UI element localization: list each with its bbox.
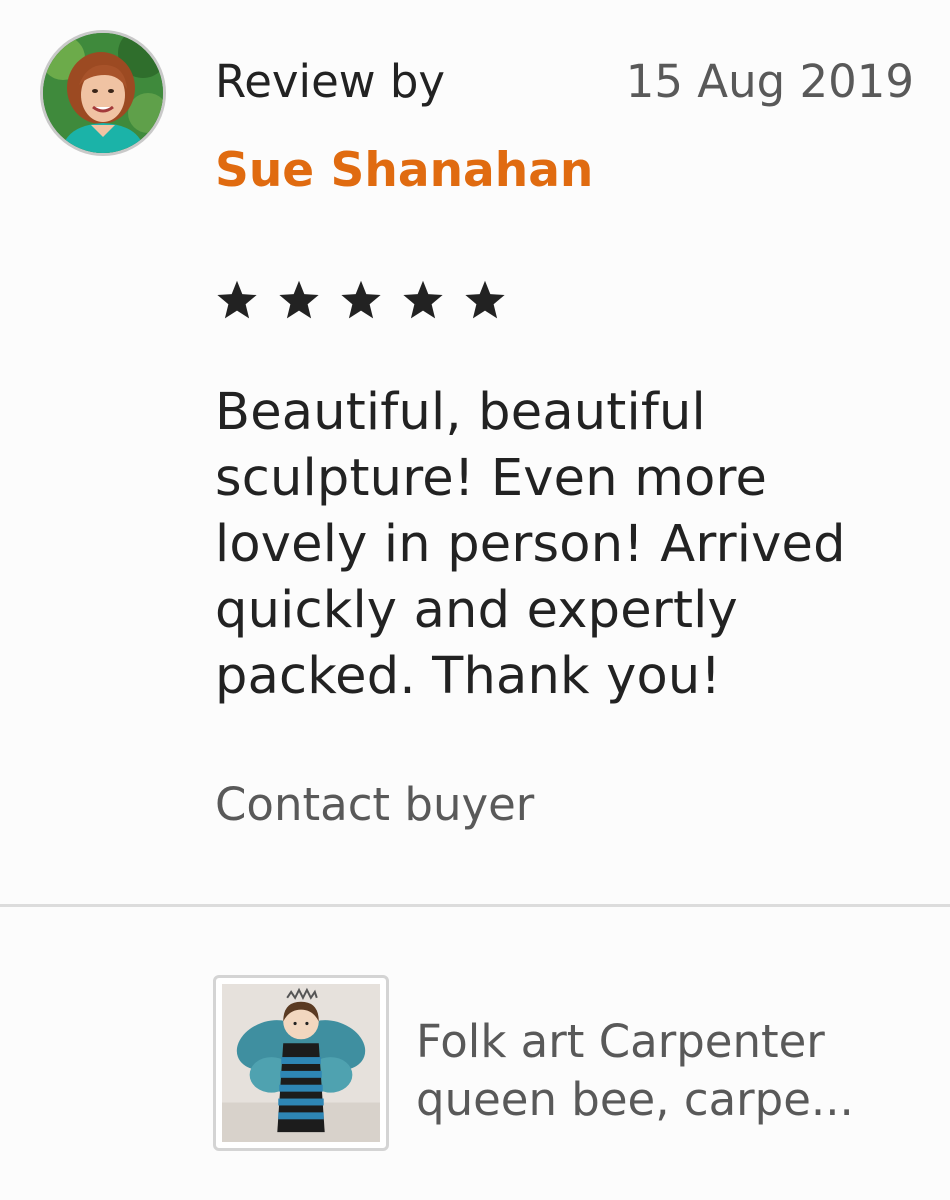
reviewer-avatar[interactable] <box>40 30 166 156</box>
star-icon <box>465 280 505 319</box>
star-rating <box>215 278 507 322</box>
listing-title-line2: queen bee, carpe... <box>416 1073 854 1126</box>
review-by-label: Review by <box>215 55 446 108</box>
reviewer-name-link[interactable]: Sue Shanahan <box>215 140 593 202</box>
contact-buyer-link[interactable]: Contact buyer <box>215 775 534 835</box>
star-icon <box>217 280 257 319</box>
review-text: Beautiful, beautiful sculpture! Even mor… <box>215 383 846 706</box>
listing-thumbnail[interactable] <box>213 975 389 1151</box>
review-card: Review by 15 Aug 2019 Sue Shanahan Beaut… <box>0 0 950 1200</box>
star-icon <box>279 280 319 319</box>
listing-link[interactable]: Folk art Carpenter queen bee, carpe... <box>213 975 913 1155</box>
star-icon <box>403 280 443 319</box>
star-icon <box>341 280 381 319</box>
queen-bee-sculpture-photo <box>222 984 380 1142</box>
listing-title[interactable]: Folk art Carpenter queen bee, carpe... <box>416 1013 911 1129</box>
reviewer-avatar-photo <box>43 33 163 153</box>
listing-title-line1: Folk art Carpenter <box>416 1015 825 1068</box>
review-date: 15 Aug 2019 <box>625 55 914 108</box>
divider <box>0 904 950 907</box>
